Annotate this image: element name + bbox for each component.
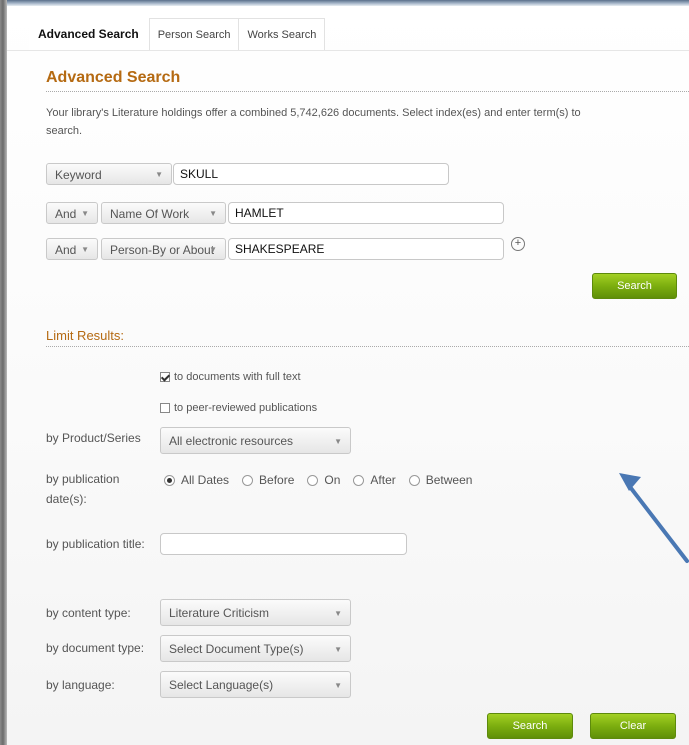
radio-all-dates[interactable]: All Dates [164, 473, 229, 487]
clear-button[interactable]: Clear [590, 713, 676, 739]
intro-text: Your library's Literature holdings offer… [46, 107, 581, 137]
radio-on[interactable]: On [307, 473, 340, 487]
chevron-down-icon: ▼ [81, 245, 89, 254]
tab-person-search[interactable]: Person Search [148, 18, 240, 51]
chevron-down-icon: ▼ [334, 681, 342, 690]
full-text-option[interactable]: to documents with full text [160, 371, 301, 383]
plus-circle-icon[interactable]: + [511, 237, 525, 251]
content-type-select[interactable]: Literature Criticism ▼ [160, 599, 351, 626]
search-button[interactable]: Search [592, 273, 677, 299]
content-type-value: Literature Criticism [169, 606, 270, 620]
chevron-down-icon: ▼ [81, 209, 89, 218]
peer-reviewed-label: to peer-reviewed publications [174, 402, 318, 414]
search-field-select-2[interactable]: Name Of Work ▼ [101, 202, 226, 224]
bottom-search-button[interactable]: Search [487, 713, 573, 739]
product-series-select[interactable]: All electronic resources ▼ [160, 427, 351, 454]
full-text-checkbox[interactable] [160, 372, 170, 382]
all-dates-label: All Dates [181, 473, 230, 487]
search-term-input-2[interactable]: HAMLET [228, 202, 504, 224]
radio-after[interactable]: After [353, 473, 396, 487]
annotation-arrow-icon [619, 473, 689, 563]
tab-advanced-search[interactable]: Advanced Search [29, 18, 149, 50]
content-type-label: by content type: [46, 606, 131, 620]
all-dates-radio[interactable] [164, 474, 175, 486]
window-left-frame [0, 0, 7, 745]
operator-select-3-value: And [55, 243, 77, 257]
publication-date-label: by publication date(s): [46, 472, 120, 506]
peer-reviewed-option[interactable]: to peer-reviewed publications [160, 402, 317, 414]
publication-date-options: All Dates Before On After Between [164, 473, 485, 487]
search-field-select-3-value: Person-By or About [110, 243, 215, 257]
publication-title-input[interactable] [160, 533, 407, 555]
between-radio[interactable] [408, 474, 420, 486]
chevron-down-icon: ▼ [155, 170, 163, 179]
after-radio[interactable] [353, 474, 365, 486]
search-term-input-1[interactable]: SKULL [173, 163, 449, 185]
language-value: Select Language(s) [169, 678, 274, 692]
operator-select-2[interactable]: And ▼ [46, 202, 98, 224]
chevron-down-icon: ▼ [334, 645, 342, 654]
product-series-label: by Product/Series [46, 431, 141, 445]
limit-results-title: Limit Results: [46, 328, 125, 343]
tab-divider [7, 50, 689, 51]
before-label: Before [259, 473, 295, 487]
title-divider [46, 91, 689, 92]
full-text-label: to documents with full text [174, 371, 301, 383]
radio-between[interactable]: Between [408, 473, 473, 487]
chevron-down-icon: ▼ [334, 437, 342, 446]
search-tabs: Advanced Search Person Search Works Sear… [29, 18, 326, 51]
search-field-select-3[interactable]: Person-By or About ▼ [101, 238, 226, 260]
on-label: On [324, 473, 341, 487]
between-label: Between [425, 473, 473, 487]
document-type-select[interactable]: Select Document Type(s) ▼ [160, 635, 351, 662]
chevron-down-icon: ▼ [209, 209, 217, 218]
language-select[interactable]: Select Language(s) ▼ [160, 671, 351, 698]
radio-before[interactable]: Before [242, 473, 294, 487]
on-radio[interactable] [307, 474, 319, 486]
limit-divider [46, 346, 689, 347]
chevron-down-icon: ▼ [334, 609, 342, 618]
chevron-down-icon: ▼ [209, 245, 217, 254]
tab-works-search[interactable]: Works Search [239, 18, 326, 51]
before-radio[interactable] [242, 474, 254, 486]
page-title: Advanced Search [46, 69, 181, 86]
language-label: by language: [46, 678, 115, 692]
publication-title-label: by publication title: [46, 537, 145, 551]
search-field-select-1-value: Keyword [55, 168, 102, 182]
search-field-select-1[interactable]: Keyword ▼ [46, 163, 172, 185]
search-field-select-2-value: Name Of Work [110, 207, 190, 221]
after-label: After [370, 473, 396, 487]
product-series-value: All electronic resources [169, 434, 294, 448]
operator-select-2-value: And [55, 207, 77, 221]
document-type-label: by document type: [46, 641, 145, 655]
advanced-search-page: Advanced Search Person Search Works Sear… [7, 6, 689, 745]
operator-select-3[interactable]: And ▼ [46, 238, 98, 260]
peer-reviewed-checkbox[interactable] [160, 403, 170, 413]
document-type-value: Select Document Type(s) [169, 642, 304, 656]
search-term-input-3[interactable]: SHAKESPEARE [228, 238, 504, 260]
